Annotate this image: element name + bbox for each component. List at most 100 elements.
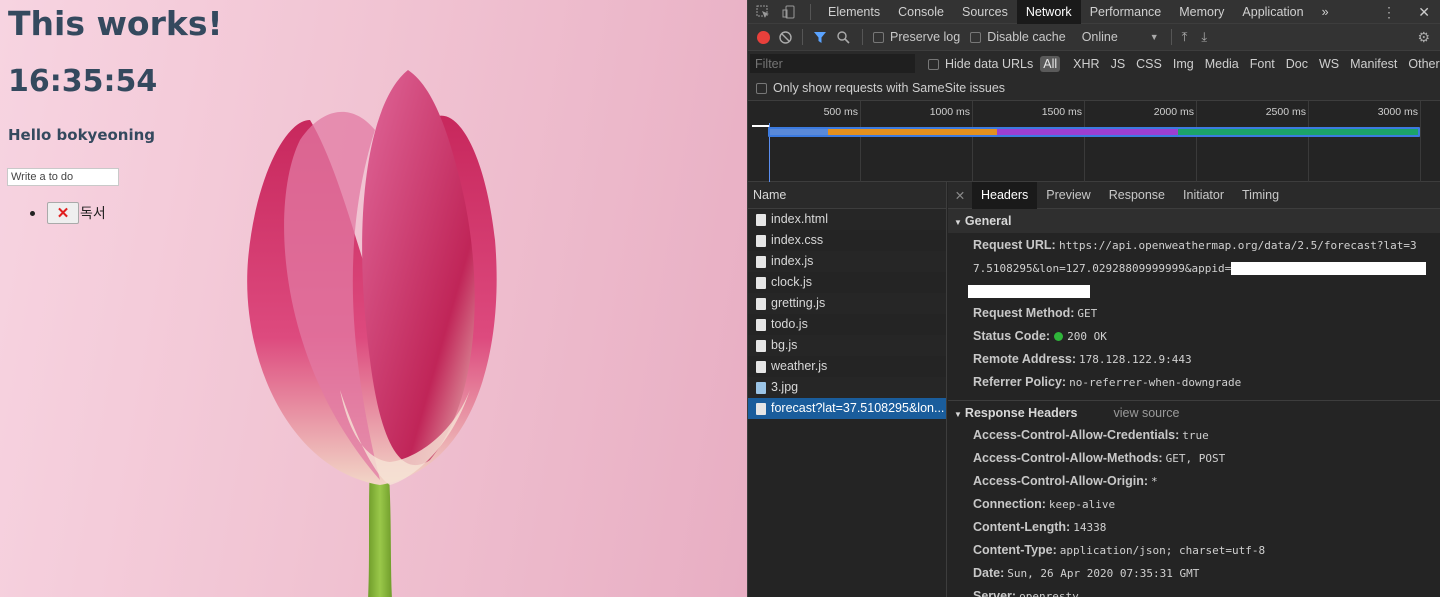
tab-preview[interactable]: Preview xyxy=(1037,182,1099,209)
request-row[interactable]: weather.js xyxy=(748,356,946,377)
tab-elements[interactable]: Elements xyxy=(819,0,889,24)
general-section-header[interactable]: ▼ General xyxy=(948,209,1440,233)
filter-type-all[interactable]: All xyxy=(1040,55,1061,72)
timeline-tick-label: 1000 ms xyxy=(929,106,970,118)
request-list: Name index.html index.css index.js clock… xyxy=(748,182,947,597)
document-file-icon xyxy=(756,235,766,247)
request-details: ✕ Headers Preview Response Initiator Tim… xyxy=(948,181,1440,597)
timeline-gridline xyxy=(1196,101,1197,182)
request-row[interactable]: todo.js xyxy=(748,314,946,335)
document-file-icon xyxy=(756,256,766,268)
timeline-segment xyxy=(770,129,829,135)
throttling-select[interactable]: Online xyxy=(1082,30,1150,44)
tab-initiator[interactable]: Initiator xyxy=(1174,182,1233,209)
close-details-icon[interactable]: ✕ xyxy=(948,188,972,203)
more-tabs-icon[interactable]: » xyxy=(1313,0,1338,24)
hide-data-urls-checkbox[interactable]: Hide data URLs xyxy=(928,57,1033,71)
request-row[interactable]: clock.js xyxy=(748,272,946,293)
redacted-api-key xyxy=(968,285,1090,299)
filter-type-other[interactable]: Other xyxy=(1408,57,1439,71)
kebab-menu-icon[interactable]: ⋮ xyxy=(1382,0,1396,24)
filter-type-doc[interactable]: Doc xyxy=(1286,57,1308,71)
request-row[interactable]: bg.js xyxy=(748,335,946,356)
timeline-gridline xyxy=(1308,101,1309,182)
disable-cache-label: Disable cache xyxy=(987,30,1066,44)
clock: 16:35:54 xyxy=(8,64,158,99)
view-source-link[interactable]: view source xyxy=(1113,406,1179,420)
filter-bar: Hide data URLs All XHR JS CSS Img Media … xyxy=(748,51,1440,76)
todo-text: 독서 xyxy=(80,205,106,221)
tab-performance[interactable]: Performance xyxy=(1081,0,1171,24)
filter-type-media[interactable]: Media xyxy=(1205,57,1239,71)
request-row[interactable]: index.html xyxy=(748,209,946,230)
tab-headers[interactable]: Headers xyxy=(972,181,1038,209)
tab-sources[interactable]: Sources xyxy=(953,0,1017,24)
response-headers-section-header[interactable]: ▼ Response Headers view source xyxy=(948,400,1440,424)
inspect-element-icon[interactable] xyxy=(750,5,776,19)
filter-type-css[interactable]: CSS xyxy=(1136,57,1162,71)
import-har-icon[interactable]: ⤒ xyxy=(1182,29,1188,45)
document-file-icon xyxy=(756,340,766,352)
network-overview-timeline[interactable]: 500 ms 1000 ms 1500 ms 2000 ms 2500 ms 3… xyxy=(748,101,1440,182)
network-toolbar: Preserve log Disable cache Online ▼ ⤒ ⤓ … xyxy=(748,24,1440,51)
tab-response[interactable]: Response xyxy=(1100,182,1174,209)
response-header-row: Access-Control-Allow-Methods: GET, POST xyxy=(973,451,1226,465)
filter-type-manifest[interactable]: Manifest xyxy=(1350,57,1397,71)
devtools-panel: Elements Console Sources Network Perform… xyxy=(747,0,1440,597)
tab-timing[interactable]: Timing xyxy=(1233,182,1288,209)
request-row[interactable]: index.js xyxy=(748,251,946,272)
expand-triangle-icon: ▼ xyxy=(954,410,962,419)
remote-address-row: Remote Address: 178.128.122.9:443 xyxy=(973,352,1192,366)
timeline-gridline xyxy=(1420,101,1421,182)
tab-network[interactable]: Network xyxy=(1016,0,1081,24)
request-row[interactable]: index.css xyxy=(748,230,946,251)
timeline-tick-label: 1500 ms xyxy=(1041,106,1082,118)
timeline-tick-label: 2500 ms xyxy=(1265,106,1306,118)
filter-icon[interactable] xyxy=(813,31,827,44)
filter-type-img[interactable]: Img xyxy=(1173,57,1194,71)
disable-cache-checkbox[interactable]: Disable cache xyxy=(970,30,1066,44)
close-icon: ✕ xyxy=(56,205,70,222)
samesite-filter-checkbox[interactable]: Only show requests with SameSite issues xyxy=(748,76,1440,101)
document-file-icon xyxy=(756,214,766,226)
todo-input[interactable] xyxy=(7,168,119,186)
response-header-row: Connection: keep-alive xyxy=(973,497,1116,511)
document-file-icon xyxy=(756,277,766,289)
tab-console[interactable]: Console xyxy=(889,0,953,24)
document-file-icon xyxy=(756,319,766,331)
tab-memory[interactable]: Memory xyxy=(1170,0,1233,24)
tab-application[interactable]: Application xyxy=(1233,0,1312,24)
page-title: This works! xyxy=(8,4,223,43)
expand-triangle-icon: ▼ xyxy=(954,218,962,227)
timeline-segment xyxy=(828,129,997,135)
record-icon[interactable] xyxy=(757,30,770,44)
redacted-api-key xyxy=(1231,262,1427,276)
status-ok-icon xyxy=(1054,332,1064,342)
tulip-image xyxy=(247,70,497,597)
request-row[interactable]: gretting.js xyxy=(748,293,946,314)
document-file-icon xyxy=(756,298,766,310)
filter-type-js[interactable]: JS xyxy=(1111,57,1126,71)
name-column-header[interactable]: Name xyxy=(748,182,946,209)
clear-icon[interactable] xyxy=(779,30,792,44)
settings-gear-icon[interactable]: ⚙ xyxy=(1417,29,1430,46)
status-code-row: Status Code: 200 OK xyxy=(973,329,1107,343)
filter-type-font[interactable]: Font xyxy=(1250,57,1275,71)
response-header-row: Content-Length: 14338 xyxy=(973,520,1107,534)
filter-input[interactable] xyxy=(750,54,915,73)
request-method-row: Request Method: GET xyxy=(973,306,1098,320)
request-row-selected[interactable]: forecast?lat=37.5108295&lon... xyxy=(748,398,946,419)
response-header-row: Access-Control-Allow-Credentials: true xyxy=(973,428,1209,442)
device-toolbar-icon[interactable] xyxy=(776,5,802,19)
close-devtools-icon[interactable]: ✕ xyxy=(1418,0,1430,24)
search-icon[interactable] xyxy=(837,30,850,44)
referrer-policy-row: Referrer Policy: no-referrer-when-downgra… xyxy=(973,375,1242,389)
export-har-icon[interactable]: ⤓ xyxy=(1201,29,1207,45)
filter-type-xhr[interactable]: XHR xyxy=(1073,57,1099,71)
filter-type-ws[interactable]: WS xyxy=(1319,57,1339,71)
request-row[interactable]: 3.jpg xyxy=(748,377,946,398)
chevron-down-icon[interactable]: ▼ xyxy=(1150,32,1159,42)
preserve-log-checkbox[interactable]: Preserve log xyxy=(873,30,960,44)
delete-todo-button[interactable]: ✕ xyxy=(47,202,79,224)
document-file-icon xyxy=(756,361,766,373)
